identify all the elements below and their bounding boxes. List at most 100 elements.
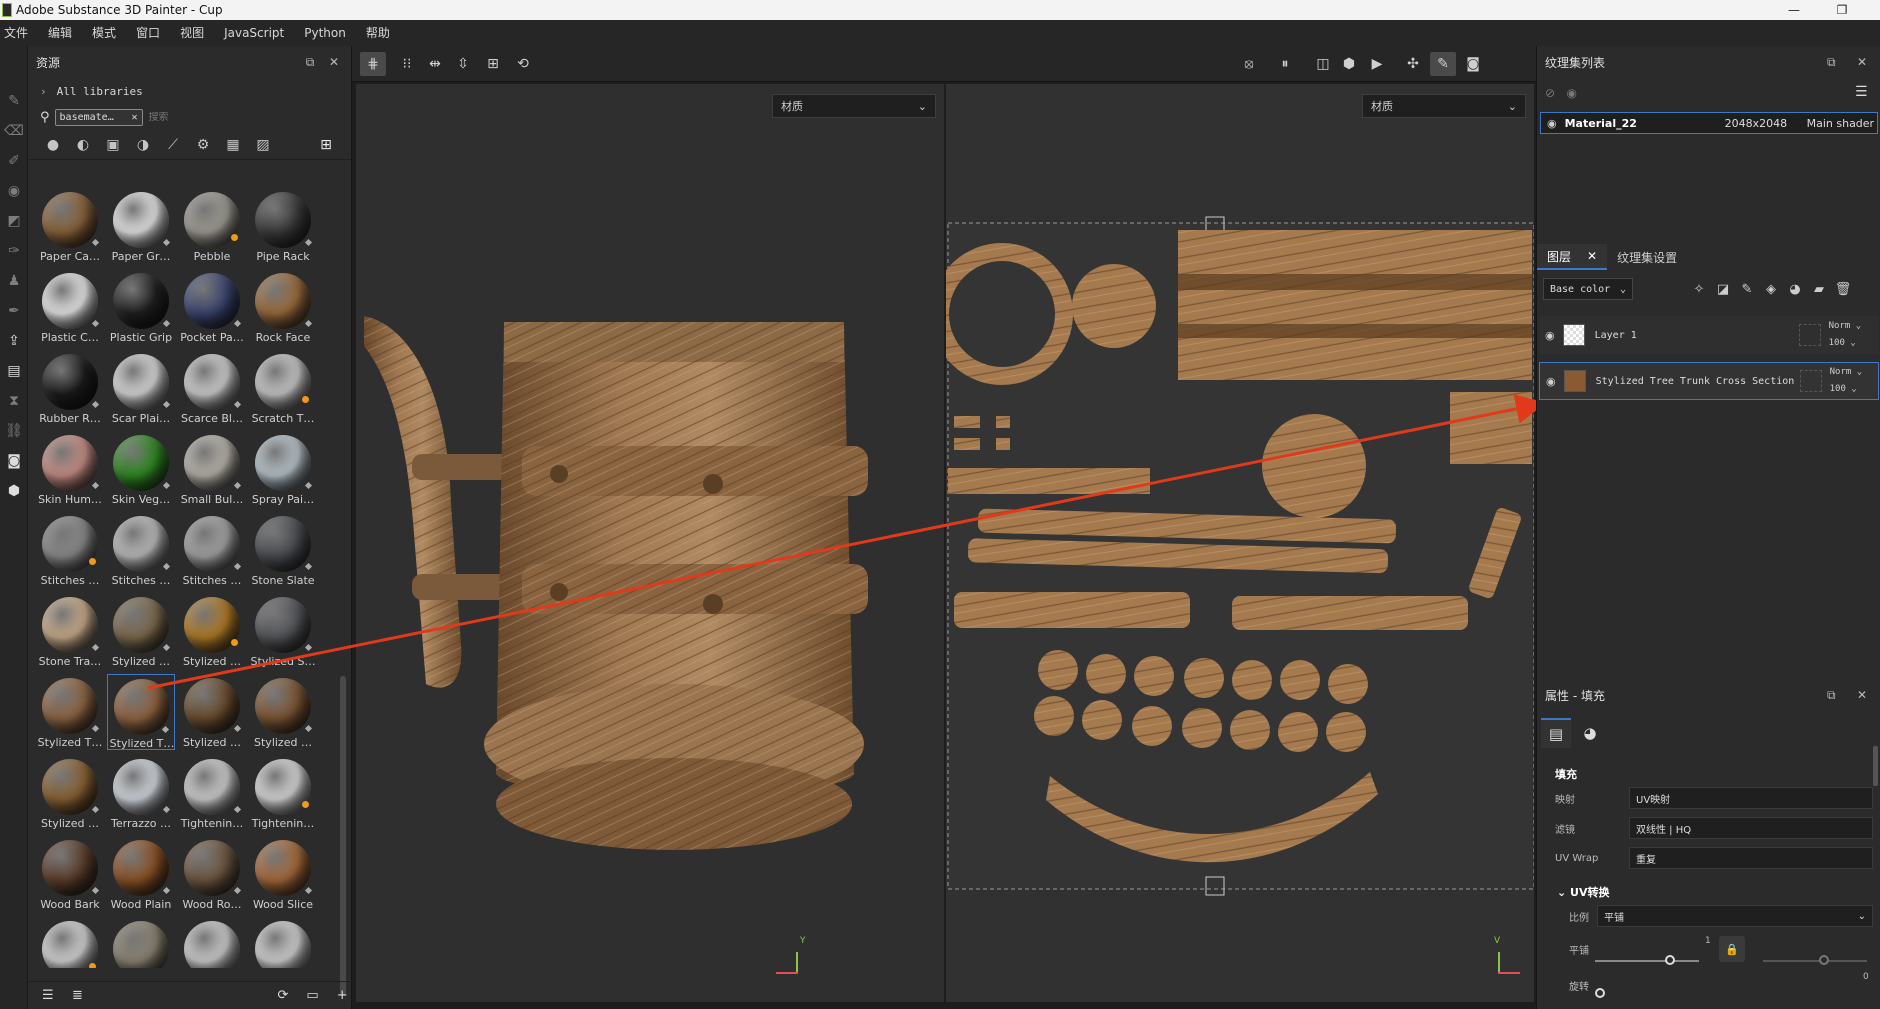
- close-icon[interactable]: ✕: [1857, 55, 1867, 69]
- screenshot-icon[interactable]: ◙: [1460, 52, 1486, 76]
- paint-brush-icon[interactable]: ✎: [0, 86, 28, 116]
- library-icon[interactable]: ▤: [0, 356, 28, 386]
- asset-tile[interactable]: Stone Slate: [249, 512, 317, 588]
- split-view-icon[interactable]: ◫: [1310, 52, 1336, 76]
- layer-row[interactable]: ◉ Stylized Tree Trunk Cross Section Norm…: [1539, 362, 1879, 400]
- channel-dropdown[interactable]: Base color ⌄: [1543, 278, 1633, 300]
- add-icon[interactable]: +: [332, 988, 352, 1003]
- asset-tile[interactable]: Scarce Bl…: [178, 350, 246, 426]
- list-view-icon[interactable]: ☰: [38, 988, 58, 1003]
- asset-tile[interactable]: Rock Face: [249, 269, 317, 345]
- grid-view-icon[interactable]: ⊞: [315, 134, 337, 156]
- frame-icon[interactable]: ⊞: [480, 52, 506, 76]
- delete-layer-icon[interactable]: 🗑: [1831, 278, 1855, 300]
- tile-slider-track[interactable]: [1595, 960, 1699, 962]
- asset-tile[interactable]: Pocket Pa…: [178, 269, 246, 345]
- export-icon[interactable]: ⇪: [0, 326, 28, 356]
- menu-javascript[interactable]: JavaScript: [214, 20, 294, 46]
- undock-icon[interactable]: ⧉: [1827, 55, 1836, 70]
- asset-tile[interactable]: Stylized T…: [107, 674, 175, 750]
- menu-file[interactable]: 文件: [0, 20, 38, 46]
- minimize-button[interactable]: —: [1774, 0, 1814, 20]
- asset-tile[interactable]: Stylized …: [107, 593, 175, 669]
- asset-tile[interactable]: Plastic C…: [36, 269, 104, 345]
- visibility-eye-icon[interactable]: ◉: [1545, 329, 1555, 342]
- camera-icon[interactable]: ◙: [0, 446, 28, 476]
- asset-tile[interactable]: Small Bul…: [178, 431, 246, 507]
- environments-filter-icon[interactable]: ▨: [252, 134, 274, 156]
- color-picker-icon[interactable]: ✒: [0, 296, 28, 326]
- grid-select-icon[interactable]: ⋕: [360, 52, 386, 76]
- layer-mask-slot[interactable]: [1799, 370, 1822, 392]
- asset-tile[interactable]: Wood Plain: [107, 836, 175, 912]
- uvwrap-dropdown[interactable]: 重复: [1629, 847, 1873, 869]
- viewport-2d[interactable]: 材质 ⌄ V: [946, 84, 1534, 1002]
- rotate-slider-knob[interactable]: [1595, 988, 1605, 998]
- layer-mask-slot[interactable]: [1798, 324, 1821, 346]
- asset-tile[interactable]: Stone Tra…: [36, 593, 104, 669]
- hide-icon[interactable]: ⊘ ◉: [1545, 86, 1577, 100]
- library-selector[interactable]: › All libraries: [28, 78, 351, 104]
- fill-properties-icon[interactable]: ▤: [1541, 718, 1571, 748]
- add-folder-icon[interactable]: ▰: [1807, 278, 1831, 300]
- menu-icon[interactable]: ☰: [1855, 84, 1868, 100]
- close-icon[interactable]: ✕: [1587, 249, 1597, 263]
- symmetry-x-icon[interactable]: ⇹: [422, 52, 448, 76]
- tab-layers[interactable]: 图层 ✕: [1537, 244, 1608, 270]
- menu-mode[interactable]: 模式: [82, 20, 126, 46]
- refresh-icon[interactable]: ⟳: [273, 988, 293, 1003]
- asset-tile[interactable]: Rubber R…: [36, 350, 104, 426]
- add-effect-icon[interactable]: ✧: [1687, 278, 1711, 300]
- tile-v-slider-knob[interactable]: [1819, 955, 1829, 965]
- link-icon[interactable]: ⛓: [0, 416, 28, 446]
- projection-icon[interactable]: ✐: [0, 146, 28, 176]
- asset-tile[interactable]: Stitches …: [36, 512, 104, 588]
- symmetry-y-icon[interactable]: ⇳: [450, 52, 476, 76]
- remove-tag-icon[interactable]: ✕: [132, 112, 138, 123]
- asset-tile[interactable]: Stitches …: [178, 512, 246, 588]
- properties-scrollbar[interactable]: [1873, 746, 1878, 786]
- asset-tile[interactable]: Stylized S…: [249, 593, 317, 669]
- add-mask-icon[interactable]: ◪: [1711, 278, 1735, 300]
- menu-edit[interactable]: 编辑: [38, 20, 82, 46]
- search-tag-chip[interactable]: basemate… ✕: [54, 108, 143, 126]
- layer-blend[interactable]: Norm ⌄ 100 ⌄: [1829, 318, 1862, 352]
- asset-tile[interactable]: Plastic Grip: [107, 269, 175, 345]
- environment-icon[interactable]: ✣: [1400, 52, 1426, 76]
- close-icon[interactable]: ✕: [326, 54, 342, 70]
- display-3d-icon[interactable]: ⬢: [1336, 52, 1362, 76]
- asset-tile[interactable]: Scratch T…: [249, 350, 317, 426]
- asset-tile[interactable]: Zipper: [36, 917, 104, 968]
- brushes-filter-icon[interactable]: ⟋: [162, 134, 184, 156]
- tile-slider-knob[interactable]: [1665, 955, 1675, 965]
- close-icon[interactable]: ✕: [1857, 688, 1867, 702]
- asset-tile[interactable]: Stitches …: [107, 512, 175, 588]
- add-fill-layer-icon[interactable]: ◈: [1759, 278, 1783, 300]
- uv-transform-section[interactable]: ⌄ UV转换: [1557, 884, 1610, 900]
- asset-tile[interactable]: Terrazzo …: [107, 755, 175, 831]
- asset-tile[interactable]: Stylized …: [178, 674, 246, 750]
- eraser-icon[interactable]: ⌫: [0, 116, 28, 146]
- tiling-icon[interactable]: ⁝⁝: [394, 52, 420, 76]
- pause-icon[interactable]: ⏸: [1272, 52, 1298, 76]
- particles-filter-icon[interactable]: ⚙: [192, 134, 214, 156]
- undock-icon[interactable]: ⧉: [302, 54, 318, 70]
- camera-view-icon[interactable]: ▶: [1364, 52, 1390, 76]
- scale-dropdown[interactable]: 平铺 ⌄: [1597, 905, 1873, 927]
- generators-filter-icon[interactable]: ◑: [132, 134, 154, 156]
- restore-button[interactable]: ❐: [1822, 0, 1862, 20]
- asset-tile[interactable]: Pipe Rack: [249, 188, 317, 264]
- asset-tile[interactable]: Wood Bark: [36, 836, 104, 912]
- paint-mode-icon[interactable]: ✎: [1430, 52, 1456, 76]
- asset-tile[interactable]: Wood Slice: [249, 836, 317, 912]
- asset-tile[interactable]: Pebble: [178, 188, 246, 264]
- asset-tile[interactable]: Stylized T…: [36, 674, 104, 750]
- materials-filter-icon[interactable]: ●: [42, 134, 64, 156]
- hide-ui-icon[interactable]: ⦻: [1236, 52, 1262, 76]
- hourglass-icon[interactable]: ⧗: [0, 386, 28, 416]
- add-paint-layer-icon[interactable]: ✎: [1735, 278, 1759, 300]
- menu-python[interactable]: Python: [294, 20, 356, 46]
- asset-tile[interactable]: Stylized …: [249, 674, 317, 750]
- asset-tile[interactable]: Skin Hum…: [36, 431, 104, 507]
- tile-v-slider-track[interactable]: [1763, 960, 1867, 962]
